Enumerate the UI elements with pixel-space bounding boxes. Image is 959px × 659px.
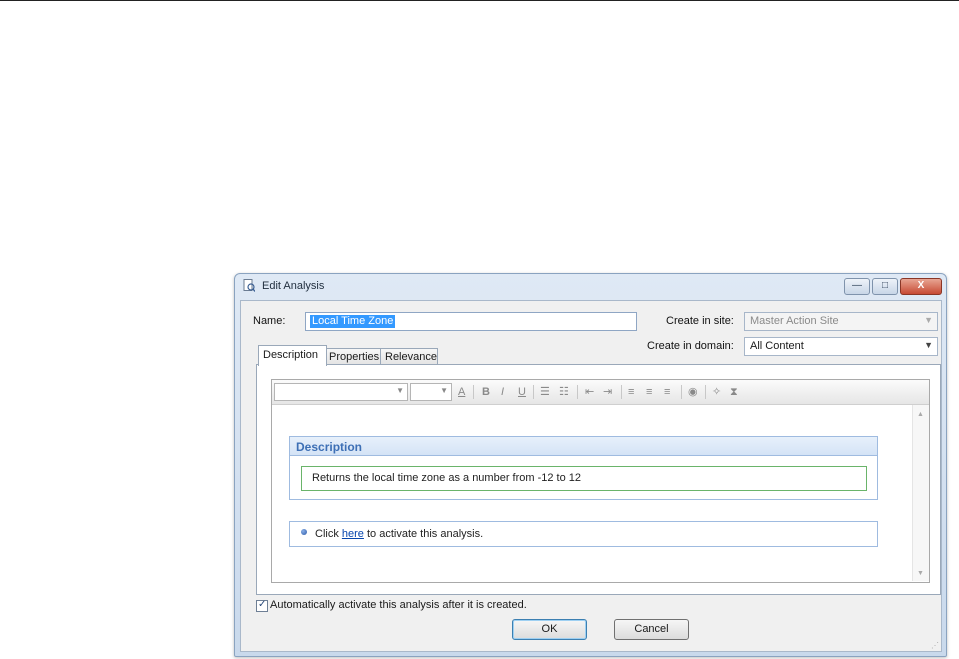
font-name-select[interactable]: ▼ [274,383,408,401]
toolbar-separator [533,385,534,399]
description-heading: Description [296,440,363,454]
editor-toolbar: ▼ ▼ A B I U ☰ ☷ ⇤ ⇥ ≡ ≡ ≡ ◉ ✧ ⧗ [272,380,929,405]
create-in-domain-value: All Content [750,340,804,352]
tab-description[interactable]: Description [258,345,327,366]
description-section: Description Returns the local time zone … [289,436,878,500]
chevron-down-icon: ▼ [396,386,404,395]
activate-here-link[interactable]: here [342,528,364,540]
font-size-select[interactable]: ▼ [410,383,452,401]
bullet-icon [301,529,307,535]
window-title: Edit Analysis [262,280,325,292]
tab-relevance[interactable]: Relevance [380,348,438,365]
rich-text-editor: ▼ ▼ A B I U ☰ ☷ ⇤ ⇥ ≡ ≡ ≡ ◉ ✧ ⧗ Descript… [271,379,930,583]
title-bar[interactable]: Edit Analysis — □ X [235,274,946,298]
create-in-site-value: Master Action Site [750,315,839,327]
create-in-domain-select[interactable]: All Content ▼ [744,337,938,356]
description-tab-panel: ▼ ▼ A B I U ☰ ☷ ⇤ ⇥ ≡ ≡ ≡ ◉ ✧ ⧗ Descript… [256,364,941,595]
description-text-field[interactable]: Returns the local time zone as a number … [301,466,867,491]
auto-activate-label: Automatically activate this analysis aft… [270,599,527,611]
tab-properties[interactable]: Properties [324,348,382,365]
ok-button[interactable]: OK [512,619,587,640]
window-controls: — □ X [844,278,942,295]
description-header: Description [290,437,877,456]
numbered-list-icon[interactable]: ☰ [540,385,550,399]
bold-icon[interactable]: B [482,385,490,399]
toolbar-separator [705,385,706,399]
align-center-icon[interactable]: ≡ [646,385,652,399]
italic-icon[interactable]: I [501,385,504,399]
scroll-down-icon[interactable]: ▼ [917,570,924,577]
toolbar-separator [473,385,474,399]
name-input[interactable]: Local Time Zone [305,312,637,331]
chevron-down-icon: ▼ [924,315,933,325]
maximize-icon: □ [881,280,889,291]
cancel-button[interactable]: Cancel [614,619,689,640]
activate-text: Click here to activate this analysis. [315,528,483,540]
align-right-icon[interactable]: ≡ [664,385,670,399]
chevron-down-icon: ▼ [924,340,933,350]
top-border-line [0,0,959,1]
checkmark-icon: ✓ [258,599,267,610]
name-label: Name: [253,315,286,327]
auto-activate-checkbox[interactable]: ✓ [256,599,268,612]
source-icon[interactable]: ⧗ [730,385,738,399]
editor-scrollbar[interactable]: ▲ ▼ [912,405,929,581]
maximize-button[interactable]: □ [872,278,898,295]
edit-analysis-dialog: Edit Analysis — □ X Name: Local Time Zon… [234,273,947,657]
activate-prefix: Click [315,528,342,540]
name-input-value: Local Time Zone [310,315,396,328]
toolbar-separator [681,385,682,399]
toolbar-separator [577,385,578,399]
analysis-document-icon [243,279,255,292]
close-button[interactable]: X [900,278,942,295]
create-in-domain-label: Create in domain: [647,340,734,352]
minimize-button[interactable]: — [844,278,870,295]
minimize-icon: — [852,280,862,291]
close-icon: X [917,280,925,291]
chevron-down-icon: ▼ [440,386,448,395]
text-color-icon[interactable]: A [458,385,465,399]
dialog-client-area: Name: Local Time Zone Create in site: Ma… [240,300,942,652]
underline-icon[interactable]: U [518,385,526,399]
toolbar-separator [621,385,622,399]
description-text: Returns the local time zone as a number … [312,472,582,484]
align-left-icon[interactable]: ≡ [628,385,634,399]
clean-icon[interactable]: ✧ [712,385,721,399]
create-in-site-label: Create in site: [666,315,734,327]
link-icon[interactable]: ◉ [688,385,698,399]
resize-grip-icon[interactable]: ⋰ [931,641,939,650]
outdent-icon[interactable]: ⇤ [585,385,594,399]
indent-icon[interactable]: ⇥ [603,385,612,399]
scroll-up-icon[interactable]: ▲ [917,411,924,418]
bullet-list-icon[interactable]: ☷ [559,385,569,399]
create-in-site-select[interactable]: Master Action Site ▼ [744,312,938,331]
activate-section: Click here to activate this analysis. [289,521,878,547]
activate-suffix: to activate this analysis. [363,528,484,540]
